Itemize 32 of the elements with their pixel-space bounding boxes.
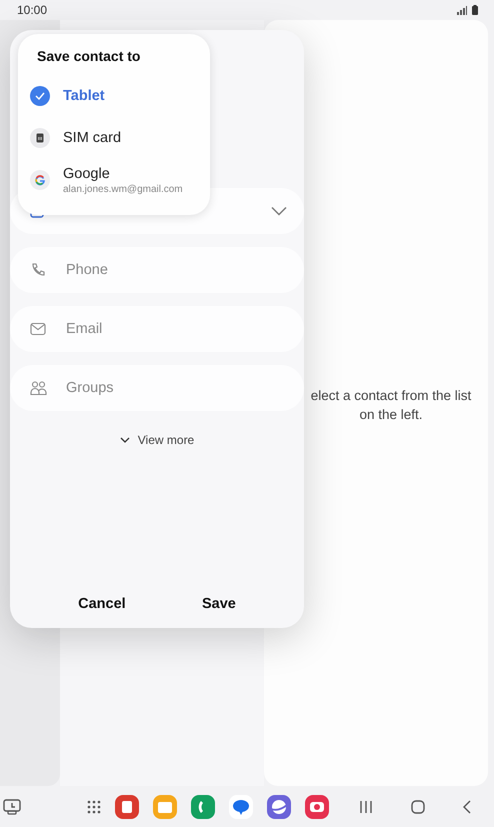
menu-title: Save contact to [37, 48, 142, 64]
chevron-down-icon[interactable] [271, 206, 287, 216]
chevron-down-icon [120, 437, 130, 443]
menu-item[interactable]: Google alan.jones.wm@gmail.com [18, 159, 210, 201]
menu-item[interactable]: SIM card [18, 117, 210, 159]
battery-icon [472, 5, 478, 15]
recents-icon[interactable] [359, 800, 373, 812]
internet-app-icon[interactable] [267, 794, 291, 818]
menu-item[interactable]: Tablet [18, 75, 210, 117]
check-icon [30, 86, 50, 106]
back-icon[interactable] [463, 800, 471, 814]
google-g-icon [30, 170, 50, 190]
dialog-button[interactable]: Cancel [68, 592, 136, 616]
notes-app-icon[interactable] [115, 794, 139, 818]
phone-icon [30, 262, 46, 278]
sim-card-icon [30, 128, 50, 148]
view-more-button[interactable]: View more [116, 429, 198, 451]
people-icon [30, 380, 47, 396]
messages-app-icon[interactable] [229, 794, 253, 818]
home-icon[interactable] [411, 800, 425, 814]
email-icon [30, 322, 46, 336]
input-field[interactable]: Phone [10, 247, 304, 293]
dialog-button[interactable]: Save [192, 592, 246, 616]
apps-grid-icon[interactable] [87, 800, 101, 814]
phone-app-icon[interactable] [191, 794, 215, 818]
camera-app-icon[interactable] [305, 794, 329, 818]
status-time: 10:00 [17, 3, 48, 17]
input-field[interactable]: Groups [10, 365, 304, 411]
screen-clock-icon[interactable] [3, 798, 21, 814]
signal-icon [457, 6, 467, 14]
input-field[interactable]: Email [10, 306, 304, 352]
empty-message: elect a contact from the list on the left. [310, 387, 472, 424]
